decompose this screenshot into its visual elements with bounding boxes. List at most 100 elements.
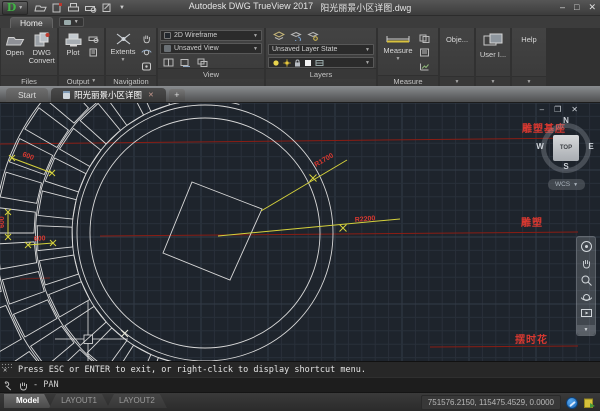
chevron-down-icon: ▼ bbox=[573, 182, 578, 188]
named-views-icon[interactable] bbox=[179, 56, 192, 68]
zoom-extents-button[interactable]: Extents ▼ bbox=[108, 30, 138, 75]
ribbon-panel-output: Plot Output▼ bbox=[59, 28, 104, 86]
tab-home[interactable]: Home bbox=[10, 17, 53, 28]
dwg-convert-icon[interactable] bbox=[51, 2, 63, 13]
coordinates-readout: 751576.2150, 115475.4529, 0.0000 bbox=[421, 395, 561, 410]
application-menu-button[interactable]: D ▼ bbox=[2, 1, 28, 15]
zoom-icon[interactable] bbox=[580, 274, 593, 287]
plot-icon[interactable] bbox=[67, 2, 80, 13]
panel-label-files[interactable]: Files bbox=[1, 75, 57, 86]
panel-label-measure[interactable]: Measure bbox=[378, 75, 438, 86]
doc-close-button[interactable]: ✕ bbox=[571, 105, 578, 114]
named-view-dropdown[interactable]: Unsaved View ▼ bbox=[160, 43, 262, 54]
file-tab-bar: Start 阳光丽景小区详图 ✕ + bbox=[0, 86, 600, 103]
help-flyout-caret[interactable]: ▼ bbox=[512, 76, 546, 86]
tab-layout1[interactable]: LAYOUT1 bbox=[49, 394, 109, 408]
model-canvas[interactable]: R1700 R2200 600 600 600 雕塑基座 雕塑 摆时花 bbox=[0, 103, 600, 361]
full-navigation-wheel-icon[interactable] bbox=[580, 240, 593, 253]
doc-restore-button[interactable]: ❐ bbox=[554, 105, 561, 114]
app-window: D ▼ ▼ Autodesk DWG TrueView 2017 阳光丽景小区详… bbox=[0, 0, 600, 411]
user-interface-flyout-caret[interactable]: ▼ bbox=[476, 76, 510, 86]
layer-state-icon[interactable] bbox=[289, 30, 302, 42]
preview-mini-icon[interactable] bbox=[87, 32, 100, 44]
chevron-down-icon: ▼ bbox=[18, 5, 23, 11]
measure-button[interactable]: Measure ▼ bbox=[380, 30, 416, 75]
lock-icon bbox=[294, 59, 301, 67]
chevron-down-icon: ▼ bbox=[365, 60, 370, 66]
panel-label-navigation[interactable]: Navigation bbox=[106, 75, 156, 86]
file-tab-drawing[interactable]: 阳光丽景小区详图 ✕ bbox=[51, 88, 166, 102]
layer-isolate-icon[interactable] bbox=[306, 30, 319, 42]
ribbon-panel-help[interactable]: Help ▼ bbox=[512, 28, 546, 86]
dim-label-r1700: R1700 bbox=[314, 152, 335, 168]
viewcube-east[interactable]: E bbox=[585, 142, 597, 151]
maximize-button[interactable]: □ bbox=[574, 0, 579, 15]
command-prompt-line[interactable]: - PAN bbox=[0, 377, 600, 392]
ribbon-panel-measure: Measure ▼ Measure bbox=[378, 28, 438, 86]
layer-properties-icon[interactable] bbox=[272, 30, 285, 42]
close-tab-icon[interactable]: ✕ bbox=[148, 91, 154, 99]
panel-label-layers[interactable]: Layers bbox=[266, 68, 376, 79]
copy-mini-icon[interactable] bbox=[418, 32, 431, 44]
named-view-icon bbox=[164, 45, 171, 52]
doc-minimize-button[interactable]: – bbox=[540, 105, 544, 114]
chart-mini-icon[interactable] bbox=[418, 60, 431, 72]
visual-style-dropdown[interactable]: 2D Wireframe ▼ bbox=[160, 30, 262, 41]
file-tab-start[interactable]: Start bbox=[6, 88, 48, 102]
command-message: Press ESC or ENTER to exit, or right-cli… bbox=[18, 365, 366, 375]
close-button[interactable]: ✕ bbox=[588, 0, 596, 15]
layer-state-dropdown[interactable]: Unsaved Layer State ▼ bbox=[268, 44, 374, 55]
pan-mini-icon[interactable] bbox=[140, 32, 153, 44]
customize-wrench-icon[interactable] bbox=[2, 380, 13, 391]
minimize-button[interactable]: – bbox=[560, 0, 565, 15]
layer-icon bbox=[315, 59, 324, 67]
viewcube-south[interactable]: S bbox=[560, 162, 572, 171]
objects-flyout-caret[interactable]: ▼ bbox=[440, 76, 474, 86]
chevron-down-icon: ▼ bbox=[253, 33, 258, 39]
navbar-options-caret[interactable]: ▼ bbox=[577, 325, 595, 335]
window-controls: – □ ✕ bbox=[560, 0, 596, 15]
ribbon-panel-user-interface[interactable]: User I... ▼ bbox=[476, 28, 510, 86]
open-button[interactable]: Open bbox=[3, 30, 27, 75]
publish-icon[interactable] bbox=[101, 2, 113, 13]
orbit-mini-icon[interactable] bbox=[140, 46, 153, 58]
hardware-acceleration-icon[interactable] bbox=[566, 397, 578, 409]
orbit-icon[interactable] bbox=[580, 291, 593, 304]
pan-icon[interactable] bbox=[580, 257, 593, 270]
showmotion-icon[interactable] bbox=[580, 308, 593, 319]
workspace-button[interactable]: ▼ bbox=[59, 17, 84, 27]
viewport-icon[interactable] bbox=[162, 56, 175, 68]
ribbon-panel-layers: Unsaved Layer State ▼ ▼ Layers bbox=[266, 28, 376, 86]
layer-color-swatch bbox=[304, 59, 312, 67]
tab-layout2[interactable]: LAYOUT2 bbox=[107, 394, 167, 408]
steering-wheel-mini-icon[interactable] bbox=[140, 60, 153, 72]
panel-label-view[interactable]: View bbox=[158, 68, 264, 79]
ribbon-panel-navigation: Extents ▼ Navigation bbox=[106, 28, 156, 86]
qat-options-caret[interactable]: ▼ bbox=[117, 5, 127, 11]
batch-plot-mini-icon[interactable] bbox=[87, 46, 100, 58]
tab-model[interactable]: Model bbox=[4, 394, 51, 408]
viewcube-top-face[interactable]: TOP bbox=[553, 135, 579, 161]
panel-label-output[interactable]: Output▼ bbox=[59, 75, 104, 86]
annotation-monitor-icon[interactable] bbox=[583, 397, 596, 409]
layer-dropdown[interactable]: ▼ bbox=[268, 57, 374, 68]
ribbon-panel-objects[interactable]: Obje... ▼ bbox=[440, 28, 474, 86]
new-tab-button[interactable]: + bbox=[169, 89, 185, 101]
view-manager-icon[interactable] bbox=[196, 56, 209, 68]
viewcube-west[interactable]: W bbox=[534, 142, 546, 151]
navigation-bar: ▼ bbox=[576, 236, 596, 336]
dim-label-600-top: 600 bbox=[21, 151, 35, 162]
wcs-dropdown[interactable]: WCS ▼ bbox=[548, 179, 585, 190]
window-title: Autodesk DWG TrueView 2017 阳光丽景小区详图.dwg bbox=[189, 1, 411, 14]
open-icon[interactable] bbox=[34, 2, 47, 13]
viewcube-north[interactable]: N bbox=[560, 116, 572, 125]
plot-button[interactable]: Plot bbox=[61, 30, 85, 75]
close-command-icon[interactable]: ✕ bbox=[3, 366, 7, 374]
preview-icon[interactable] bbox=[84, 2, 97, 13]
command-history-line[interactable]: ✕ Press ESC or ENTER to exit, or right-c… bbox=[0, 361, 600, 377]
chevron-down-icon: ▼ bbox=[396, 55, 401, 63]
open-folder-icon bbox=[5, 32, 25, 47]
list-mini-icon[interactable] bbox=[418, 46, 431, 58]
dwg-convert-button[interactable]: DWG Convert bbox=[29, 30, 55, 75]
quick-access-toolbar: ▼ bbox=[34, 2, 127, 13]
